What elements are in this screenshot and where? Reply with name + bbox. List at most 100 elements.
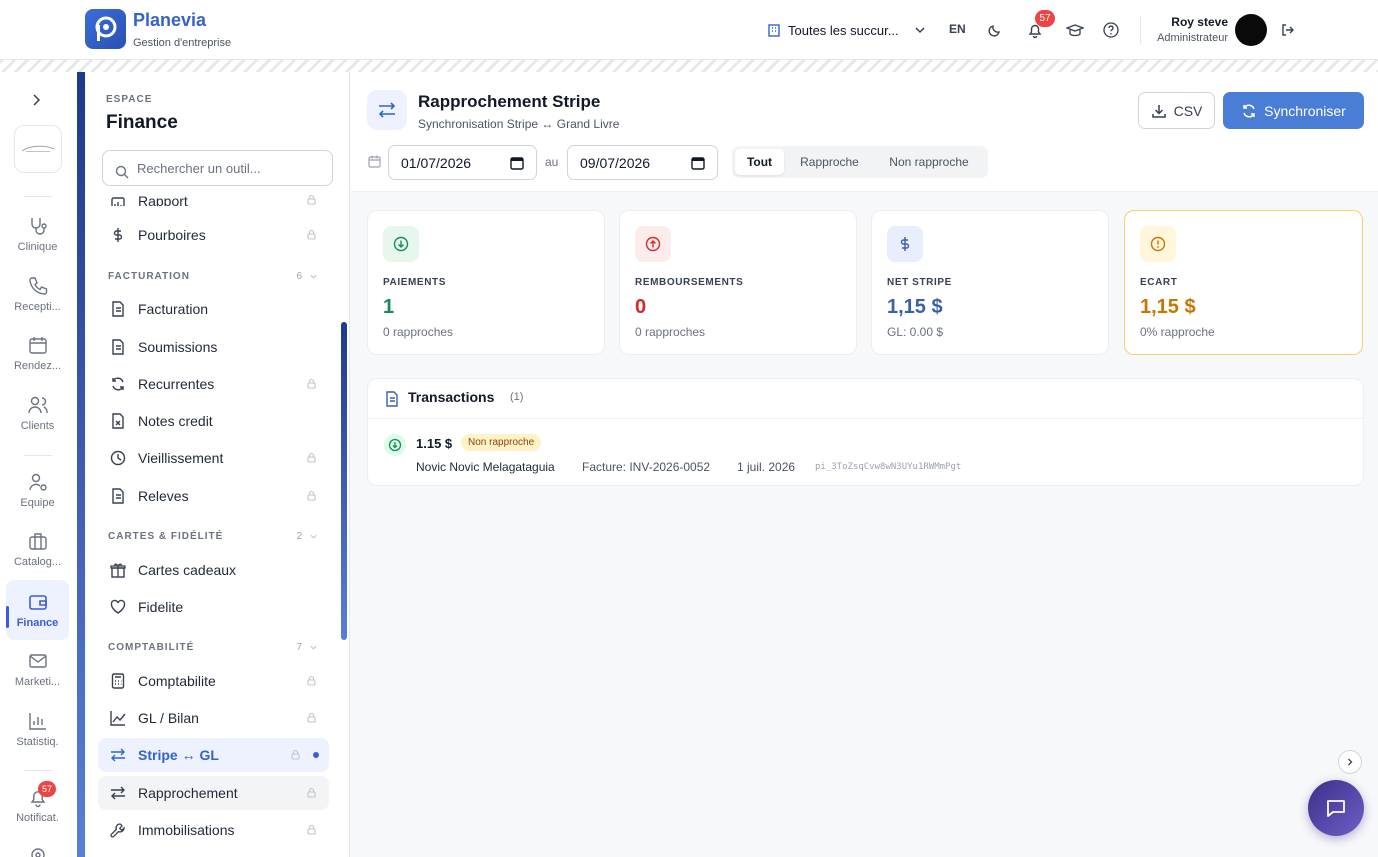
lock-icon (307, 490, 316, 501)
date-from-input[interactable]: 01/07/2026 (388, 145, 537, 180)
dollar-icon (113, 228, 123, 242)
rail-item-catalogue[interactable]: Catalog... (0, 530, 75, 568)
rail-item-clinique[interactable]: Clinique (0, 215, 75, 253)
settings-icon[interactable] (28, 845, 48, 857)
kpi-subtext: 0% rapproche (1140, 325, 1215, 339)
branch-selector[interactable]: Toutes les succur... (766, 18, 927, 42)
calendar-icon (28, 337, 47, 354)
document-icon (112, 339, 124, 355)
rail-divider (24, 455, 52, 456)
rail-divider (24, 196, 52, 197)
download-icon (1151, 104, 1166, 118)
rail-notification-badge: 57 (38, 781, 56, 797)
line-chart-icon (110, 711, 126, 726)
graduation-cap-icon[interactable] (1065, 20, 1085, 40)
organization-logo[interactable] (14, 125, 62, 173)
transactions-count: (1) (510, 391, 524, 403)
search-input[interactable] (137, 160, 317, 176)
transaction-amount: 1.15 $ (416, 436, 453, 451)
date-to-input[interactable]: 09/07/2026 (567, 145, 718, 180)
sidebar-search[interactable] (102, 150, 333, 186)
rail-item-clients[interactable]: Clients (0, 394, 75, 432)
filter-tout[interactable]: Tout (735, 149, 784, 175)
calendar-picker-icon (691, 156, 705, 170)
sidebar-item-gl-bilan[interactable]: GL / Bilan (98, 701, 329, 735)
sidebar-item-facturation[interactable]: Facturation (98, 292, 329, 326)
dollar-icon (887, 226, 923, 262)
gift-icon (110, 563, 126, 578)
rail-item-equipe[interactable]: Equipe (0, 471, 75, 509)
sync-button[interactable]: Synchroniser (1223, 92, 1364, 129)
sidebar-item-comptabilite[interactable]: Comptabilite (98, 664, 329, 698)
collapse-chat-button[interactable] (1338, 750, 1362, 774)
document-icon (112, 301, 124, 317)
arrows-swap-icon (111, 748, 125, 762)
arrow-down-circle-icon (384, 434, 406, 456)
clock-icon (110, 450, 126, 466)
lock-icon (307, 452, 316, 463)
logout-icon[interactable] (1278, 20, 1298, 40)
rail-item-rendez-vous[interactable]: Rendez... (0, 334, 75, 372)
mail-icon (28, 654, 47, 668)
kpi-label: ECART (1140, 277, 1178, 288)
chat-icon (1327, 800, 1345, 817)
lock-icon (307, 712, 316, 723)
arrows-swap-icon (111, 786, 125, 800)
sidebar-item-soumissions[interactable]: Soumissions (98, 330, 329, 364)
bar-chart-icon (28, 713, 46, 730)
sidebar-item-cartes-cadeaux[interactable]: Cartes cadeaux (98, 553, 329, 587)
sidebar-item-recurrentes[interactable]: Recurrentes (98, 367, 329, 401)
chevron-right-icon[interactable] (28, 92, 44, 108)
top-header: Planevia Gestion d'entreprise Toutes les… (0, 0, 1378, 60)
sidebar-group-comptabilite[interactable]: COMPTABILITÉ 7 (108, 642, 318, 653)
avatar[interactable] (1235, 14, 1267, 46)
sidebar-item-pourboires[interactable]: Pourboires (98, 218, 329, 252)
sidebar-scrollbar[interactable] (341, 322, 347, 640)
wallet-icon (28, 595, 47, 610)
help-icon[interactable] (1101, 20, 1121, 40)
user-gear-icon (28, 473, 47, 491)
sidebar-item-vieillissement[interactable]: Vieillissement (98, 441, 329, 475)
filter-rapproche[interactable]: Rapproche (787, 149, 872, 175)
page-icon (367, 90, 407, 130)
kpi-card-paiements: PAIEMENTS 1 0 rapproches (367, 210, 605, 355)
sidebar-item-stripe-gl[interactable]: Stripe ↔ GL (98, 738, 329, 772)
report-icon (111, 197, 125, 206)
rail-item-finance[interactable]: Finance (6, 580, 69, 640)
sidebar-item-fidelite[interactable]: Fidelite (98, 590, 329, 624)
chevron-down-icon (915, 27, 925, 34)
kpi-card-remboursements: REMBOURSEMENTS 0 0 rapproches (619, 210, 857, 355)
user-name[interactable]: Roy steve (1148, 15, 1228, 29)
wrench-icon (110, 823, 125, 838)
language-toggle[interactable]: EN (949, 22, 966, 36)
kpi-value: 1,15 $ (887, 296, 943, 318)
app-name: Planevia (133, 10, 207, 30)
arrow-up-circle-icon (635, 226, 671, 262)
sidebar-item-rapprochement[interactable]: Rapprochement (98, 776, 329, 810)
rail-item-statistiques[interactable]: Statistiq. (0, 710, 75, 748)
sidebar-group-facturation[interactable]: FACTURATION 6 (108, 271, 318, 282)
sidebar-item-rapport[interactable]: Rapport (98, 192, 329, 206)
stethoscope-icon (30, 218, 47, 235)
csv-export-button[interactable]: CSV (1138, 92, 1215, 129)
file-x-icon (112, 413, 124, 429)
filter-non-rapproche[interactable]: Non rapproche (874, 149, 984, 175)
transaction-stripe-id: pi_3ToZsqCvw8wN3UYu1RWMmPgt (815, 462, 962, 472)
date-separator: au (545, 155, 559, 169)
users-icon (27, 396, 48, 414)
app-logo[interactable] (85, 9, 126, 49)
org-logo-icon (21, 145, 55, 152)
chat-button[interactable] (1308, 780, 1364, 836)
transaction-invoice[interactable]: Facture: INV-2026-0052 (582, 460, 710, 474)
rail-item-marketing[interactable]: Marketi... (0, 650, 75, 688)
rail-item-reception[interactable]: Recepti... (0, 275, 75, 313)
sidebar-group-cartes-fidelite[interactable]: CARTES & FIDÉLITÉ 2 (108, 531, 318, 542)
rail-divider (24, 770, 52, 771)
sidebar-item-notes-credit[interactable]: Notes credit (98, 404, 329, 438)
refresh-icon (112, 377, 124, 391)
dark-mode-icon[interactable] (985, 20, 1005, 40)
page-subtitle: Synchronisation Stripe ↔ Grand Livre (418, 117, 620, 131)
sidebar-item-immobilisations[interactable]: Immobilisations (98, 813, 329, 847)
lock-icon (291, 749, 300, 760)
sidebar-item-releves[interactable]: Releves (98, 479, 329, 513)
